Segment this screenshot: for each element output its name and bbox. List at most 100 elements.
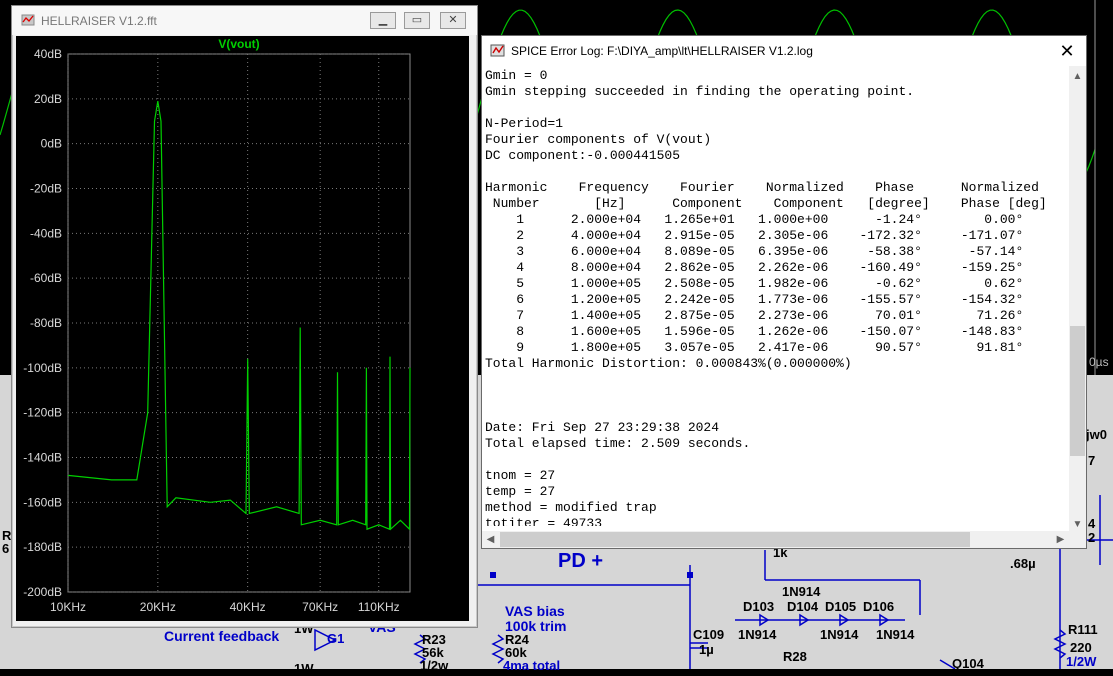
y-tick-label: -80dB	[30, 316, 62, 330]
log-line: 7 1.400e+05 2.875e-05 2.273e-06 70.01° 7…	[485, 308, 1024, 323]
diode-1n914-b-label: 1N914	[820, 627, 859, 642]
x-tick-label: 70KHz	[302, 600, 338, 614]
fft-title-bar[interactable]: HELLRAISER V1.2.fft ▁ ▭ ✕	[12, 6, 477, 35]
spice-error-log-window[interactable]: SPICE Error Log: F:\DIYA_amp\lt\HELLRAIS…	[481, 35, 1087, 549]
scrollbar-corner	[1069, 531, 1086, 548]
minimize-button[interactable]: ▁	[370, 12, 396, 29]
four-label: 4	[1088, 516, 1096, 531]
log-line: totiter = 49733	[485, 516, 603, 526]
two-label: 2	[1088, 530, 1096, 545]
ltspice-log-icon	[490, 44, 505, 57]
log-line: 8 1.600e+05 1.596e-05 1.262e-06 -150.07°…	[485, 324, 1024, 339]
y-tick-label: 0dB	[41, 137, 62, 151]
y-tick-label: -180dB	[23, 540, 62, 554]
fft-trace-line	[67, 101, 411, 531]
log-line: Date: Fri Sep 27 23:29:38 2024	[485, 420, 720, 435]
jw0-label: jw0	[1086, 427, 1107, 442]
log-line: Total Harmonic Distortion: 0.000843%(0.0…	[485, 356, 852, 371]
vas-bias-label: VAS bias	[505, 603, 565, 619]
six-left-label: 6	[2, 541, 10, 556]
log-line: DC component:-0.000441505	[485, 148, 681, 163]
log-close-button[interactable]: ✕	[1056, 40, 1078, 62]
scroll-up-icon[interactable]: ▲	[1069, 68, 1086, 85]
plot-frame	[67, 53, 411, 593]
x-tick-label: 10KHz	[50, 600, 86, 614]
scroll-left-icon[interactable]: ◀	[482, 531, 499, 548]
d104-label: D104	[787, 599, 819, 614]
r28-label: R28	[783, 649, 807, 664]
log-line: 5 1.000e+05 2.508e-05 1.982e-06 -0.62° 0…	[485, 276, 1024, 291]
log-line: method = modified trap	[485, 500, 657, 515]
close-icon: ✕	[448, 14, 458, 26]
g1-label: G1	[327, 631, 345, 646]
x-tick-label: 20KHz	[140, 600, 176, 614]
d105-label: D105	[825, 599, 857, 614]
diode-1n914-c-label: 1N914	[876, 627, 915, 642]
log-line: 2 4.000e+04 2.915e-05 2.305e-06 -172.32°…	[485, 228, 1024, 243]
horizontal-scrollbar[interactable]: ◀ ▶	[482, 531, 1069, 548]
y-tick-label: 40dB	[34, 47, 62, 61]
cap-68-label: .68µ	[1010, 556, 1036, 571]
minimize-icon: ▁	[378, 14, 388, 26]
r111-power: 1/2W	[1066, 654, 1097, 669]
x-tick-label: 110KHz	[358, 600, 400, 614]
log-line: N-Period=1	[485, 116, 564, 131]
c109-label: C109	[693, 627, 725, 642]
y-tick-label: -100dB	[23, 361, 62, 375]
log-line: 1 2.000e+04 1.265e+01 1.000e+00 -1.24° 0…	[485, 212, 1024, 227]
y-tick-label: -20dB	[30, 182, 62, 196]
r111-value: 220	[1070, 640, 1092, 655]
d106-label: D106	[863, 599, 895, 614]
pd-plus-label: PD +	[558, 550, 604, 572]
fft-window-title: HELLRAISER V1.2.fft	[41, 14, 157, 28]
log-line: temp = 27	[485, 484, 556, 499]
log-line: Number [Hz] Component Component [degree]…	[485, 196, 1047, 211]
log-text-area[interactable]: Gmin = 0 Gmin stepping succeeded in findi…	[485, 68, 1067, 526]
x-tick-label: 40KHz	[230, 600, 266, 614]
log-line: tnom = 27	[485, 468, 556, 483]
ltspice-app-icon	[21, 14, 35, 26]
log-line: 3 6.000e+04 8.089e-05 6.395e-06 -58.38° …	[485, 244, 1024, 259]
log-line: Total elapsed time: 2.509 seconds.	[485, 436, 751, 451]
r23-power: 1/2w	[420, 658, 449, 673]
vertical-scrollbar[interactable]: ▲ ▼	[1069, 66, 1086, 531]
trace-label[interactable]: V(vout)	[218, 37, 259, 51]
log-window-title: SPICE Error Log: F:\DIYA_amp\lt\HELLRAIS…	[511, 44, 813, 58]
vertical-scroll-thumb[interactable]	[1070, 326, 1085, 456]
y-tick-label: -160dB	[23, 495, 62, 509]
diode-1n914-top-label: 1N914	[782, 584, 821, 599]
fft-plot-area[interactable]: 40dB 20dB 0dB -20dB -40dB -60dB -80dB -100dB -12…	[16, 36, 469, 621]
horizontal-scroll-thumb[interactable]	[500, 532, 970, 547]
scroll-right-icon[interactable]: ▶	[1052, 531, 1069, 548]
maximize-icon: ▭	[411, 14, 423, 26]
y-tick-label: -140dB	[23, 451, 62, 465]
close-button[interactable]: ✕	[440, 12, 466, 29]
y-tick-label: -120dB	[23, 406, 62, 420]
log-line: Harmonic Frequency Fourier Normalized Ph…	[485, 180, 1039, 195]
y-tick-label: -40dB	[30, 226, 62, 240]
log-line: 4 8.000e+04 2.862e-05 2.262e-06 -160.49°…	[485, 260, 1024, 275]
log-line: 9 1.800e+05 3.057e-05 2.417e-06 90.57° 9…	[485, 340, 1024, 355]
fft-chart[interactable]: 40dB 20dB 0dB -20dB -40dB -60dB -80dB -100dB -12…	[16, 36, 469, 621]
ma-total-label: 4ma total	[503, 658, 561, 673]
y-tick-label: -60dB	[30, 271, 62, 285]
log-title-bar[interactable]: SPICE Error Log: F:\DIYA_amp\lt\HELLRAIS…	[482, 36, 1086, 66]
time-tick-label: 0µs	[1089, 355, 1109, 369]
current-feedback-label: Current feedback	[164, 628, 280, 644]
seven-label: 7	[1088, 453, 1096, 468]
r111-label: R111	[1068, 622, 1098, 637]
fft-window[interactable]: HELLRAISER V1.2.fft ▁ ▭ ✕ 40dB 20dB 0dB -20…	[11, 5, 478, 628]
y-tick-label: 20dB	[34, 92, 62, 106]
y-tick-label: -200dB	[23, 585, 62, 599]
log-line: Gmin = 0	[485, 68, 548, 83]
maximize-button[interactable]: ▭	[404, 12, 430, 29]
log-line: Fourier components of V(vout)	[485, 132, 712, 147]
diode-1n914-a-label: 1N914	[738, 627, 777, 642]
c109-value: 1µ	[699, 642, 714, 657]
log-line: Gmin stepping succeeded in finding the o…	[485, 84, 915, 99]
